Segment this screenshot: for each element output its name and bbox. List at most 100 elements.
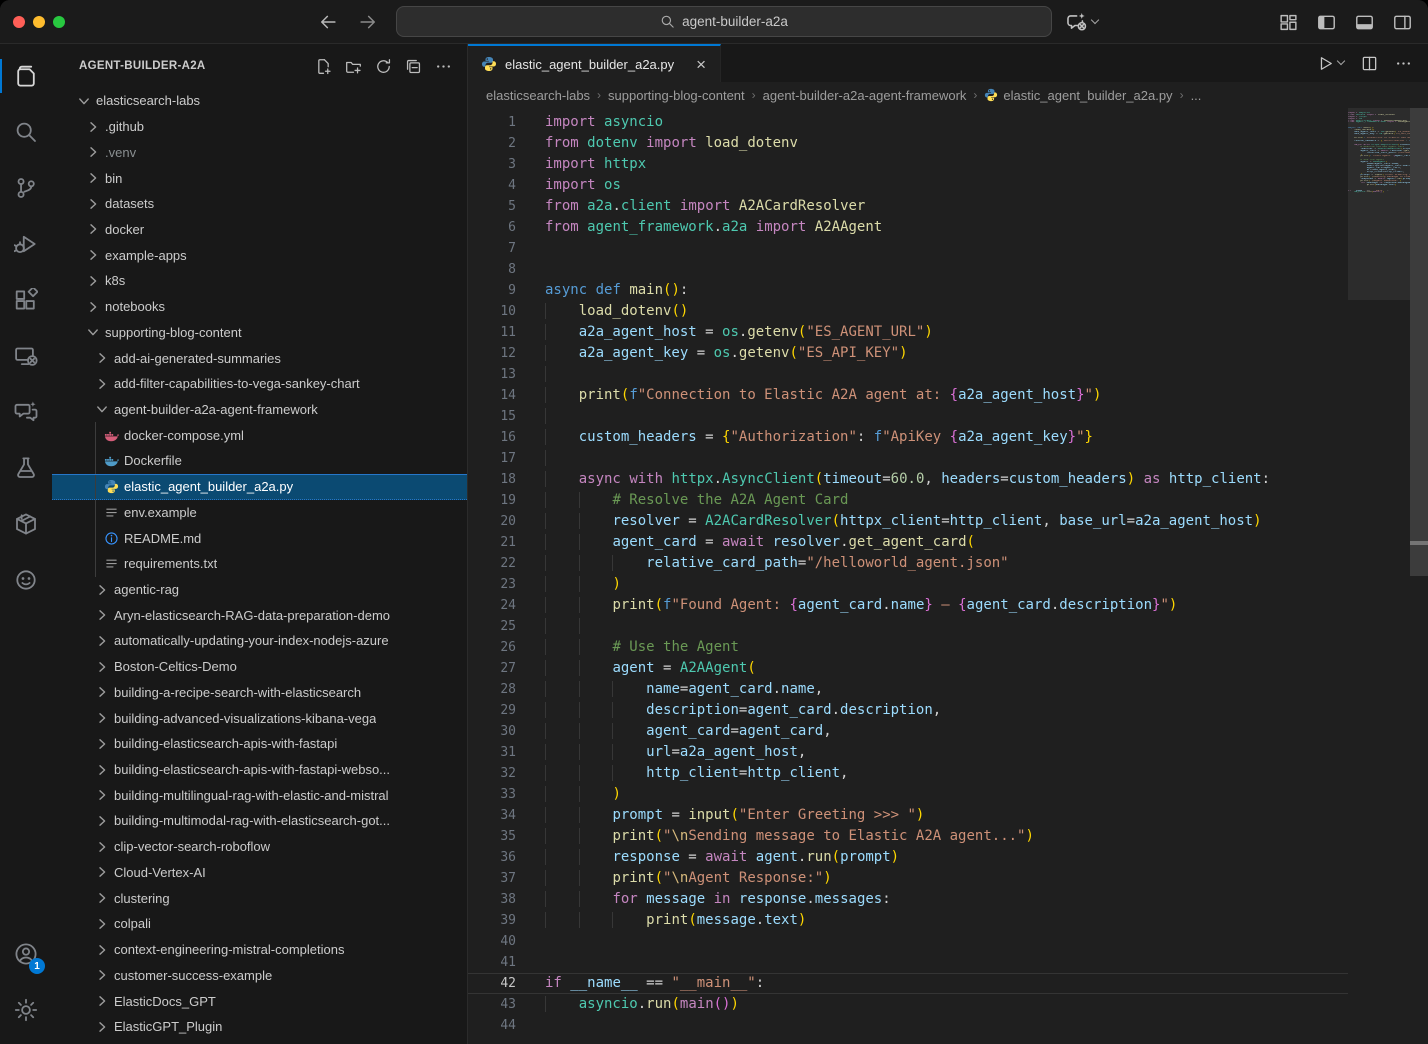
- code-line-27[interactable]: 27 agent = A2AAgent(: [468, 658, 1348, 679]
- code-line-36[interactable]: 36 response = await agent.run(prompt): [468, 847, 1348, 868]
- tree-folder-building-advanced-visualizations-kibana-vega[interactable]: building-advanced-visualizations-kibana-…: [52, 705, 467, 731]
- code-lines[interactable]: 1import asyncio2from dotenv import load_…: [468, 108, 1348, 1044]
- code-line-3[interactable]: 3import httpx: [468, 154, 1348, 175]
- tree-folder-notebooks[interactable]: notebooks: [52, 294, 467, 320]
- activity-bar-item-chat[interactable]: [0, 384, 52, 440]
- code-line-22[interactable]: 22 relative_card_path="/helloworld_agent…: [468, 553, 1348, 574]
- tree-folder-docker[interactable]: docker: [52, 217, 467, 243]
- tree-folder--github[interactable]: .github: [52, 114, 467, 140]
- code-line-33[interactable]: 33 ): [468, 784, 1348, 805]
- code-line-34[interactable]: 34 prompt = input("Enter Greeting >>> "): [468, 805, 1348, 826]
- tree-file-dockerfile[interactable]: Dockerfile: [52, 448, 467, 474]
- tree-folder-automatically-updating-your-index-nodejs-azure[interactable]: automatically-updating-your-index-nodejs…: [52, 628, 467, 654]
- toggle-panel-button[interactable]: [1355, 13, 1374, 32]
- tree-folder-clustering[interactable]: clustering: [52, 885, 467, 911]
- code-line-1[interactable]: 1import asyncio: [468, 112, 1348, 133]
- code-line-6[interactable]: 6from agent_framework.a2a import A2AAgen…: [468, 217, 1348, 238]
- tree-folder-aryn-elasticsearch-rag-data-preparation-demo[interactable]: Aryn-elasticsearch-RAG-data-preparation-…: [52, 602, 467, 628]
- tree-folder-cloud-vertex-ai[interactable]: Cloud-Vertex-AI: [52, 860, 467, 886]
- activity-bar-item-containers[interactable]: [0, 496, 52, 552]
- code-line-31[interactable]: 31 url=a2a_agent_host,: [468, 742, 1348, 763]
- code-line-15[interactable]: 15: [468, 406, 1348, 427]
- breadcrumb-item[interactable]: elastic_agent_builder_a2a.py: [984, 88, 1172, 103]
- back-button[interactable]: [318, 12, 338, 32]
- code-line-14[interactable]: 14 print(f"Connection to Elastic A2A age…: [468, 385, 1348, 406]
- code-line-11[interactable]: 11 a2a_agent_host = os.getenv("ES_AGENT_…: [468, 322, 1348, 343]
- code-line-29[interactable]: 29 description=agent_card.description,: [468, 700, 1348, 721]
- command-center-search[interactable]: agent-builder-a2a: [396, 6, 1052, 37]
- code-line-24[interactable]: 24 print(f"Found Agent: {agent_card.name…: [468, 595, 1348, 616]
- close-tab-icon[interactable]: ×: [696, 56, 706, 73]
- scrollbar-thumb[interactable]: [1410, 108, 1428, 576]
- tree-folder-building-multimodal-rag-with-elasticsearch-got-[interactable]: building-multimodal-rag-with-elasticsear…: [52, 808, 467, 834]
- code-line-43[interactable]: 43 asyncio.run(main()): [468, 994, 1348, 1015]
- code-line-25[interactable]: 25: [468, 616, 1348, 637]
- code-line-18[interactable]: 18 async with httpx.AsyncClient(timeout=…: [468, 469, 1348, 490]
- breadcrumb-item[interactable]: supporting-blog-content: [608, 88, 745, 103]
- new-file-button[interactable]: [315, 58, 332, 75]
- tree-folder-customer-success-example[interactable]: customer-success-example: [52, 962, 467, 988]
- toggle-secondary-sidebar-button[interactable]: [1393, 13, 1412, 32]
- settings-button[interactable]: [0, 982, 52, 1038]
- tree-folder-agent-builder-a2a-agent-framework[interactable]: agent-builder-a2a-agent-framework: [52, 397, 467, 423]
- code-line-12[interactable]: 12 a2a_agent_key = os.getenv("ES_API_KEY…: [468, 343, 1348, 364]
- code-line-28[interactable]: 28 name=agent_card.name,: [468, 679, 1348, 700]
- code-line-20[interactable]: 20 resolver = A2ACardResolver(httpx_clie…: [468, 511, 1348, 532]
- code-line-35[interactable]: 35 print("\nSending message to Elastic A…: [468, 826, 1348, 847]
- tree-folder-datasets[interactable]: datasets: [52, 191, 467, 217]
- code-line-21[interactable]: 21 agent_card = await resolver.get_agent…: [468, 532, 1348, 553]
- minimap[interactable]: import asynciofrom dotenv import load_do…: [1348, 108, 1410, 1044]
- code-line-23[interactable]: 23 ): [468, 574, 1348, 595]
- breadcrumb-item[interactable]: agent-builder-a2a-agent-framework: [763, 88, 967, 103]
- code-line-32[interactable]: 32 http_client=http_client,: [468, 763, 1348, 784]
- activity-bar-item-copilot-extra[interactable]: [0, 552, 52, 608]
- tree-folder-bin[interactable]: bin: [52, 165, 467, 191]
- code-line-10[interactable]: 10 load_dotenv(): [468, 301, 1348, 322]
- tree-folder-building-elasticsearch-apis-with-fastapi-webso-[interactable]: building-elasticsearch-apis-with-fastapi…: [52, 757, 467, 783]
- editor-more-actions-button[interactable]: [1395, 55, 1412, 72]
- code-line-39[interactable]: 39 print(message.text): [468, 910, 1348, 931]
- code-line-26[interactable]: 26 # Use the Agent: [468, 637, 1348, 658]
- code-line-9[interactable]: 9async def main():: [468, 280, 1348, 301]
- tab-elastic-agent-builder[interactable]: elastic_agent_builder_a2a.py ×: [468, 44, 721, 82]
- tree-folder-add-filter-capabilities-to-vega-sankey-chart[interactable]: add-filter-capabilities-to-vega-sankey-c…: [52, 371, 467, 397]
- tree-folder-elasticsearch-[interactable]: elasticsearch-...: [52, 1040, 467, 1044]
- code-line-38[interactable]: 38 for message in response.messages:: [468, 889, 1348, 910]
- toggle-primary-sidebar-button[interactable]: [1317, 13, 1336, 32]
- tree-folder-elasticgpt-plugin[interactable]: ElasticGPT_Plugin: [52, 1014, 467, 1040]
- code-line-42[interactable]: 42if __name__ == "__main__":: [468, 973, 1348, 994]
- tree-folder-building-elasticsearch-apis-with-fastapi[interactable]: building-elasticsearch-apis-with-fastapi: [52, 731, 467, 757]
- activity-bar-item-search[interactable]: [0, 104, 52, 160]
- tree-folder-building-a-recipe-search-with-elasticsearch[interactable]: building-a-recipe-search-with-elasticsea…: [52, 680, 467, 706]
- minimize-window-button[interactable]: [33, 16, 45, 28]
- code-line-37[interactable]: 37 print("\nAgent Response:"): [468, 868, 1348, 889]
- editor-scrollbar[interactable]: [1410, 108, 1428, 1044]
- code-line-2[interactable]: 2from dotenv import load_dotenv: [468, 133, 1348, 154]
- close-window-button[interactable]: [13, 16, 25, 28]
- split-editor-button[interactable]: [1361, 55, 1378, 72]
- account-button[interactable]: 1: [0, 926, 52, 982]
- tree-folder-example-apps[interactable]: example-apps: [52, 242, 467, 268]
- customize-layout-button[interactable]: [1279, 13, 1298, 32]
- run-python-file-button[interactable]: [1317, 55, 1344, 72]
- code-line-16[interactable]: 16 custom_headers = {"Authorization": f"…: [468, 427, 1348, 448]
- tree-folder-clip-vector-search-roboflow[interactable]: clip-vector-search-roboflow: [52, 834, 467, 860]
- code-line-19[interactable]: 19 # Resolve the A2A Agent Card: [468, 490, 1348, 511]
- tree-file-docker-compose-yml[interactable]: docker-compose.yml: [52, 422, 467, 448]
- code-editor[interactable]: 1import asyncio2from dotenv import load_…: [468, 108, 1428, 1044]
- code-line-4[interactable]: 4import os: [468, 175, 1348, 196]
- views-more-button[interactable]: [435, 58, 452, 75]
- tree-folder-k8s[interactable]: k8s: [52, 268, 467, 294]
- tree-folder-agentic-rag[interactable]: agentic-rag: [52, 577, 467, 603]
- zoom-window-button[interactable]: [53, 16, 65, 28]
- tree-file-env-example[interactable]: env.example: [52, 500, 467, 526]
- tree-folder-elasticdocs-gpt[interactable]: ElasticDocs_GPT: [52, 988, 467, 1014]
- activity-bar-item-source-control[interactable]: [0, 160, 52, 216]
- code-line-41[interactable]: 41: [468, 952, 1348, 973]
- tree-folder-context-engineering-mistral-completions[interactable]: context-engineering-mistral-completions: [52, 937, 467, 963]
- code-line-13[interactable]: 13: [468, 364, 1348, 385]
- tree-file-readme-md[interactable]: README.md: [52, 525, 467, 551]
- code-line-17[interactable]: 17: [468, 448, 1348, 469]
- tree-folder-colpali[interactable]: colpali: [52, 911, 467, 937]
- new-folder-button[interactable]: [345, 58, 362, 75]
